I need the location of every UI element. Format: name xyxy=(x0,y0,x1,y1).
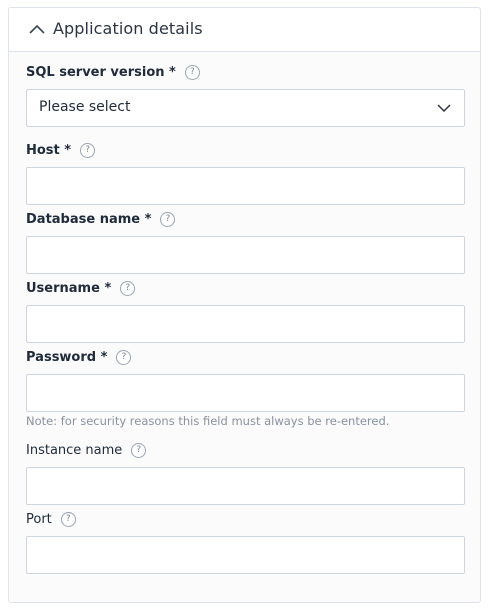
instance-name-label: Instance name xyxy=(26,442,123,458)
instance-name-help-icon[interactable]: ? xyxy=(131,442,147,458)
username-field: Username * ? xyxy=(26,278,465,343)
username-label: Username * xyxy=(26,280,112,296)
chevron-up-icon[interactable] xyxy=(28,22,46,36)
sql-server-version-help-icon[interactable]: ? xyxy=(184,64,200,80)
password-security-note: Note: for security reasons this field mu… xyxy=(26,414,390,428)
password-field: Password * ? xyxy=(26,347,465,412)
sql-server-version-field: SQL server version * ? Please select xyxy=(26,62,465,127)
database-name-help-icon[interactable]: ? xyxy=(160,211,176,227)
application-details-toggle[interactable]: Application details xyxy=(9,8,480,52)
username-help-icon[interactable]: ? xyxy=(120,280,136,296)
port-field: Port ? xyxy=(26,509,465,574)
chevron-down-icon xyxy=(437,104,451,113)
database-name-input[interactable] xyxy=(26,236,465,274)
password-help-icon[interactable]: ? xyxy=(116,349,132,365)
port-help-icon[interactable]: ? xyxy=(60,511,76,527)
database-name-field: Database name * ? xyxy=(26,209,465,274)
instance-name-input[interactable] xyxy=(26,467,465,505)
port-label: Port xyxy=(26,511,52,527)
host-input[interactable] xyxy=(26,167,465,205)
host-help-icon[interactable]: ? xyxy=(80,142,96,158)
password-input[interactable] xyxy=(26,374,465,412)
sql-server-version-value: Please select xyxy=(39,99,131,115)
instance-name-field: Instance name ? xyxy=(26,440,465,505)
password-label: Password * xyxy=(26,349,108,365)
host-field: Host * ? xyxy=(26,140,465,205)
host-label: Host * xyxy=(26,142,72,158)
application-details-panel: Application details SQL server version *… xyxy=(8,7,481,603)
username-input[interactable] xyxy=(26,305,465,343)
port-input[interactable] xyxy=(26,536,465,574)
sql-server-version-label: SQL server version * xyxy=(26,64,176,80)
sql-server-version-select[interactable]: Please select xyxy=(26,89,465,127)
section-title: Application details xyxy=(53,19,203,38)
database-name-label: Database name * xyxy=(26,211,152,227)
